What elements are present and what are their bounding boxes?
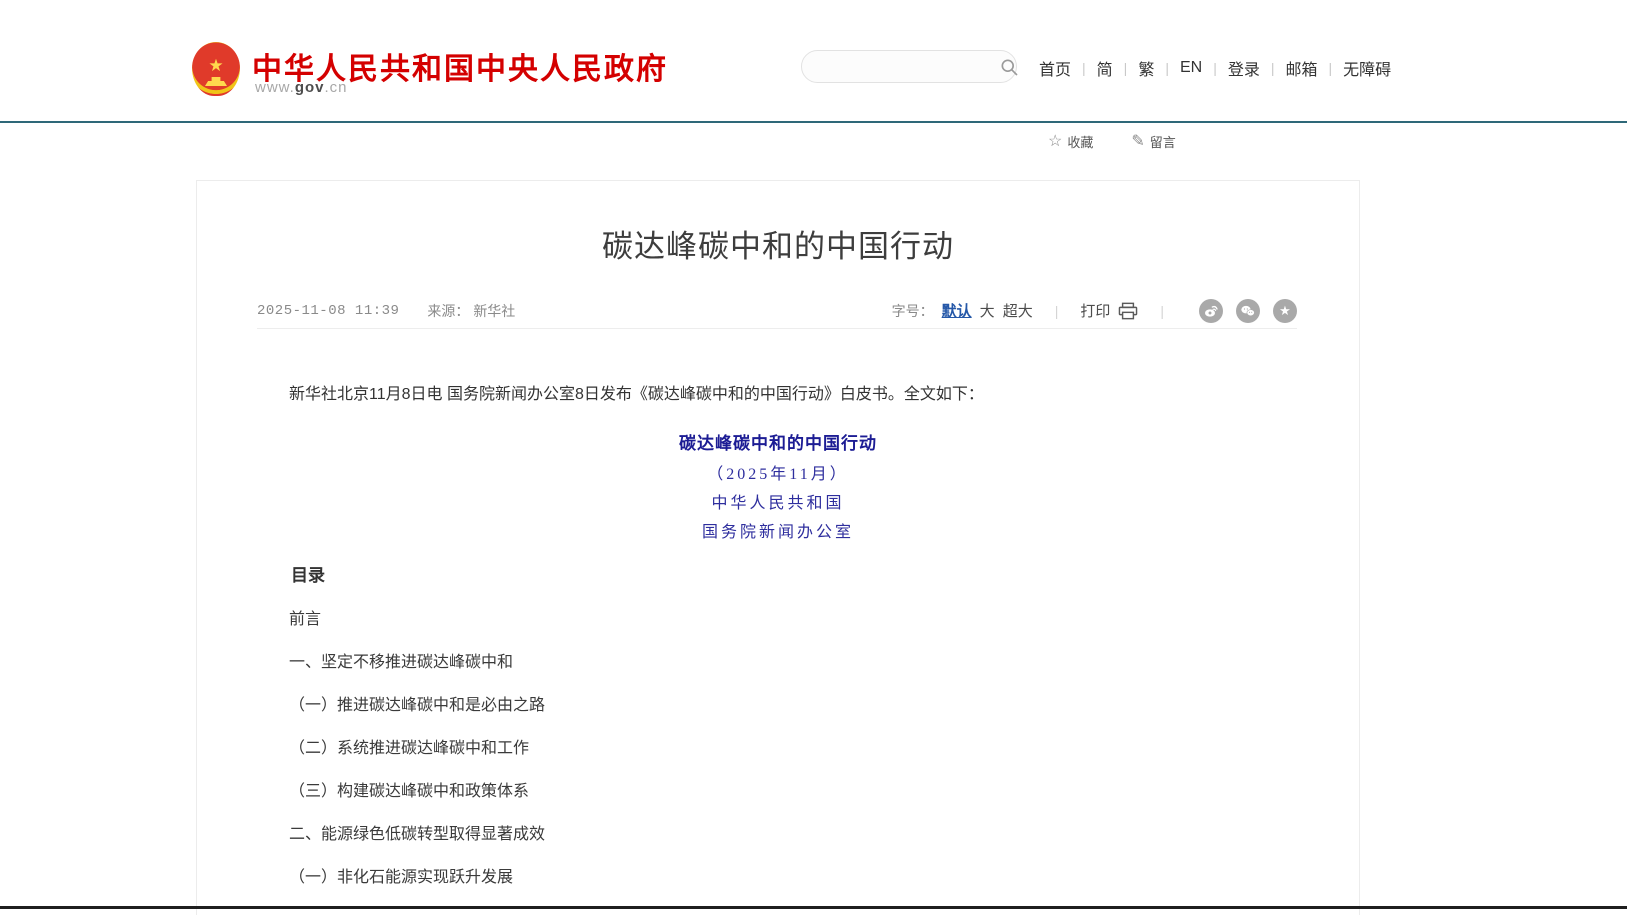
nav-separator: | xyxy=(1271,60,1275,76)
article-tools: ☆ 收藏 ✎ 留言 xyxy=(1048,132,1214,151)
search-box xyxy=(801,50,1017,83)
nav-home[interactable]: 首页 xyxy=(1037,56,1073,80)
site-url-gov: gov xyxy=(295,79,325,96)
printer-icon xyxy=(1118,302,1138,320)
source-group: 来源： 新华社 xyxy=(427,301,515,321)
fontsize-label: 字号： xyxy=(892,301,934,321)
doc-title: 碳达峰碳中和的中国行动 xyxy=(197,429,1359,454)
wechat-share-icon[interactable] xyxy=(1236,299,1260,323)
article-title: 碳达峰碳中和的中国行动 xyxy=(197,221,1359,266)
viewport-bottom-divider xyxy=(0,906,1627,909)
weibo-share-icon[interactable] xyxy=(1199,299,1223,323)
toc-item-2-1: （一）非化石能源实现跃升发展 xyxy=(257,863,1297,887)
nav-traditional[interactable]: 繁 xyxy=(1136,56,1156,80)
page: ★ 中华人民共和国中央人民政府 www.gov.cn 首页 | 简 | 繁 | … xyxy=(0,0,1627,915)
toc-item-1: 一、坚定不移推进碳达峰碳中和 xyxy=(257,648,1297,672)
doc-org-line1: 中华人民共和国 xyxy=(197,489,1359,513)
message-button[interactable]: ✎ 留言 xyxy=(1131,132,1175,151)
publish-date: 2025-11-08 11:39 xyxy=(257,303,399,319)
source-value[interactable]: 新华社 xyxy=(473,303,515,319)
fontsize-xlarge-button[interactable]: 超大 xyxy=(1003,300,1033,321)
nav-separator: | xyxy=(1213,60,1217,76)
message-label: 留言 xyxy=(1150,132,1176,151)
site-url: www.gov.cn xyxy=(255,79,348,96)
search-input[interactable] xyxy=(818,59,999,75)
national-emblem-logo[interactable]: ★ xyxy=(192,42,240,96)
emblem-star-icon: ★ xyxy=(208,57,223,74)
nav-login[interactable]: 登录 xyxy=(1226,56,1262,80)
print-button[interactable]: 打印 xyxy=(1080,300,1138,321)
nav-simplified[interactable]: 简 xyxy=(1095,56,1115,80)
share-star-icon: ★ xyxy=(1279,304,1291,317)
toc-item-2: 二、能源绿色低碳转型取得显著成效 xyxy=(257,820,1297,844)
lead-paragraph: 新华社北京11月8日电 国务院新闻办公室8日发布《碳达峰碳中和的中国行动》白皮书… xyxy=(257,383,1297,407)
favorite-button[interactable]: ☆ 收藏 xyxy=(1048,132,1093,151)
print-label: 打印 xyxy=(1080,300,1110,321)
toc-item-1-2: （二）系统推进碳达峰碳中和工作 xyxy=(257,734,1297,758)
nav-separator: | xyxy=(1329,60,1333,76)
nav-mail[interactable]: 邮箱 xyxy=(1284,56,1320,80)
star-outline-icon: ☆ xyxy=(1048,134,1062,150)
source-label: 来源： xyxy=(427,303,469,319)
meta-separator: | xyxy=(1160,303,1164,319)
site-header: ★ 中华人民共和国中央人民政府 www.gov.cn 首页 | 简 | 繁 | … xyxy=(0,0,1627,121)
article-container: 碳达峰碳中和的中国行动 2025-11-08 11:39 来源： 新华社 字号：… xyxy=(196,180,1360,915)
article-meta-bar: 2025-11-08 11:39 来源： 新华社 字号： 默认 大 超大 | 打… xyxy=(257,293,1297,329)
toc-item-1-3: （三）构建碳达峰碳中和政策体系 xyxy=(257,777,1297,801)
doc-date: （2025年11月） xyxy=(197,460,1359,484)
doc-org-line2: 国务院新闻办公室 xyxy=(197,518,1359,542)
toc-item-preface: 前言 xyxy=(257,605,1297,629)
share-group: ★ xyxy=(1186,299,1297,323)
top-nav: 首页 | 简 | 繁 | EN | 登录 | 邮箱 | 无障碍 xyxy=(1037,56,1393,80)
favorite-label: 收藏 xyxy=(1067,132,1093,151)
header-divider xyxy=(0,121,1627,123)
nav-accessibility[interactable]: 无障碍 xyxy=(1341,56,1393,80)
pencil-icon: ✎ xyxy=(1131,134,1144,150)
nav-separator: | xyxy=(1124,60,1128,76)
qzone-share-icon[interactable]: ★ xyxy=(1273,299,1297,323)
site-url-www: www. xyxy=(255,79,295,96)
toc-item-1-1: （一）推进碳达峰碳中和是必由之路 xyxy=(257,691,1297,715)
site-url-cn: .cn xyxy=(325,79,348,96)
nav-separator: | xyxy=(1165,60,1169,76)
meta-separator: | xyxy=(1055,303,1059,319)
emblem-gate-icon xyxy=(205,77,227,86)
meta-right-tools: 字号： 默认 大 超大 | 打印 | xyxy=(892,299,1297,323)
fontsize-default-button[interactable]: 默认 xyxy=(942,300,972,321)
fontsize-large-button[interactable]: 大 xyxy=(980,300,995,321)
nav-english[interactable]: EN xyxy=(1178,59,1204,77)
toc-heading: 目录 xyxy=(257,561,325,586)
nav-separator: | xyxy=(1082,60,1086,76)
search-icon[interactable] xyxy=(999,57,1019,77)
